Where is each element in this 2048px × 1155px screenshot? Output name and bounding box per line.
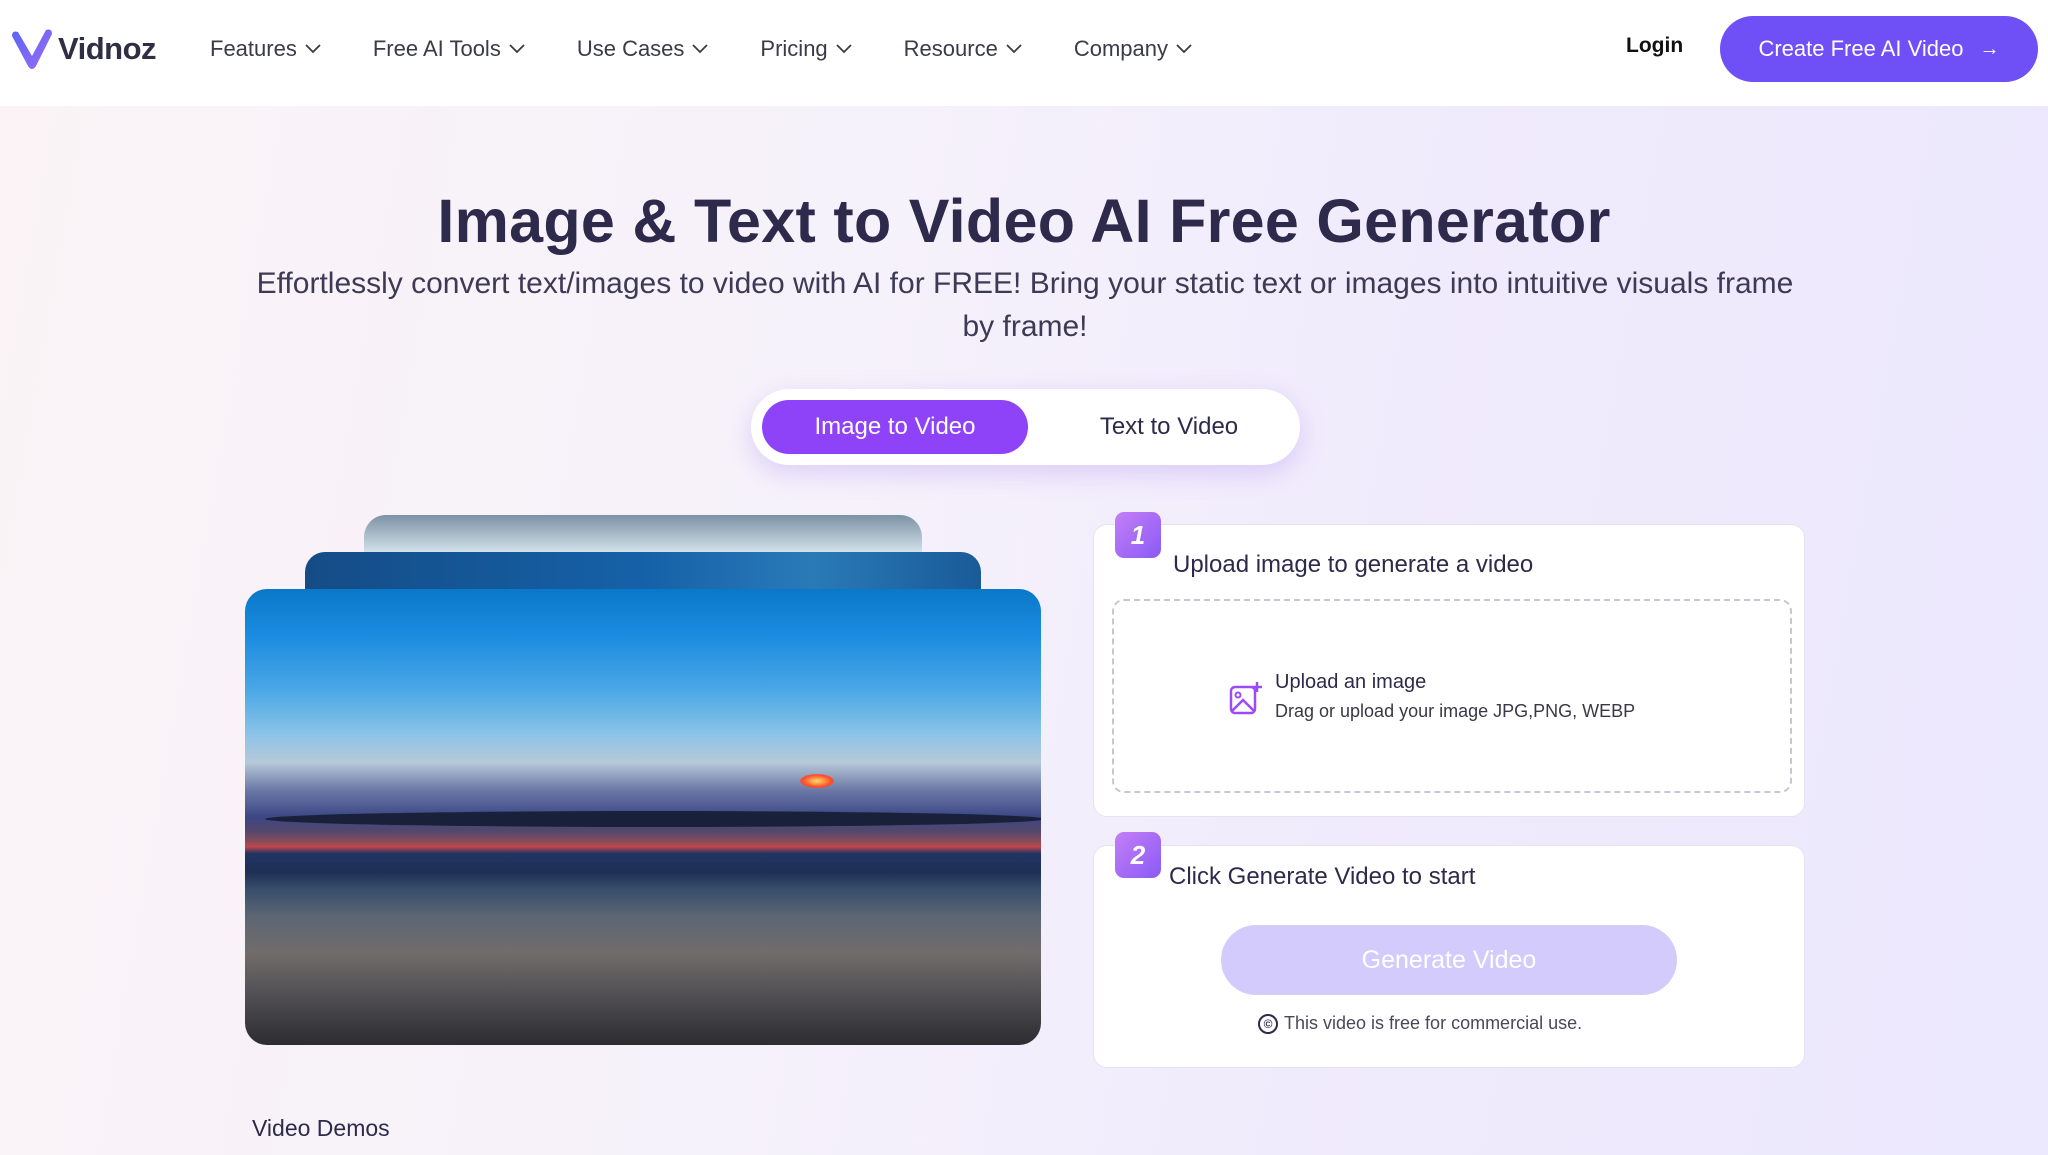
image-add-icon (1229, 682, 1262, 715)
nav-features[interactable]: Features (210, 36, 321, 62)
video-demos-heading: Video Demos (252, 1115, 390, 1141)
tab-text-to-video[interactable]: Text to Video (1051, 400, 1287, 454)
nav-free-ai-tools[interactable]: Free AI Tools (373, 36, 525, 62)
preview-image-sunset (245, 589, 1041, 1045)
step-2-badge: 2 (1115, 832, 1161, 878)
generate-step-title: Click Generate Video to start (1169, 863, 1476, 890)
commercial-use-note: © This video is free for commercial use. (1258, 1013, 1582, 1034)
vidnoz-logo-icon (12, 29, 52, 69)
sun-glow (800, 774, 834, 788)
nav-pricing-label: Pricing (760, 36, 828, 61)
chevron-down-icon (305, 44, 321, 54)
nav-menu: Features Free AI Tools Use Cases Pricing… (210, 0, 1244, 98)
login-link[interactable]: Login (1626, 34, 1683, 58)
chevron-down-icon (1176, 44, 1192, 54)
cta-label: Create Free AI Video (1758, 36, 1964, 61)
nav-free-ai-tools-label: Free AI Tools (372, 36, 501, 61)
top-navbar: Vidnoz Features Free AI Tools Use Cases … (0, 0, 2048, 106)
brand-name: Vidnoz (58, 31, 157, 66)
nav-company[interactable]: Company (1074, 36, 1192, 62)
create-free-ai-video-button[interactable]: Create Free AI Video → (1720, 16, 2038, 82)
brand-logo[interactable]: Vidnoz (10, 26, 157, 72)
nav-use-cases-label: Use Cases (576, 36, 685, 61)
nav-company-label: Company (1073, 36, 1168, 61)
upload-title: Upload an image (1275, 671, 1427, 693)
chevron-down-icon (1006, 44, 1022, 54)
chevron-down-icon (509, 44, 525, 54)
chevron-down-icon (836, 44, 852, 54)
step-1-badge: 1 (1115, 512, 1161, 558)
tab-image-to-video[interactable]: Image to Video (762, 400, 1028, 454)
image-upload-dropzone[interactable] (1112, 599, 1792, 793)
upload-hint: Drag or upload your image JPG,PNG, WEBP (1275, 701, 1636, 721)
shoreline (265, 811, 1041, 827)
nav-resource[interactable]: Resource (904, 36, 1022, 62)
upload-step-title: Upload image to generate a video (1173, 551, 1534, 578)
generate-video-button[interactable]: Generate Video (1221, 925, 1677, 995)
nav-features-label: Features (210, 36, 297, 61)
arrow-right-icon: → (1979, 37, 2000, 60)
copyright-icon: © (1258, 1013, 1278, 1034)
nav-use-cases[interactable]: Use Cases (577, 36, 709, 62)
page-subtitle: Effortlessly convert text/images to vide… (256, 267, 1794, 343)
mode-tabs: Image to Video Text to Video (751, 389, 1300, 465)
commercial-use-text: This video is free for commercial use. (1284, 1013, 1583, 1033)
nav-resource-label: Resource (903, 36, 998, 61)
chevron-down-icon (692, 44, 709, 54)
nav-pricing[interactable]: Pricing (760, 36, 852, 62)
page-title: Image & Text to Video AI Free Generator (437, 187, 1611, 255)
